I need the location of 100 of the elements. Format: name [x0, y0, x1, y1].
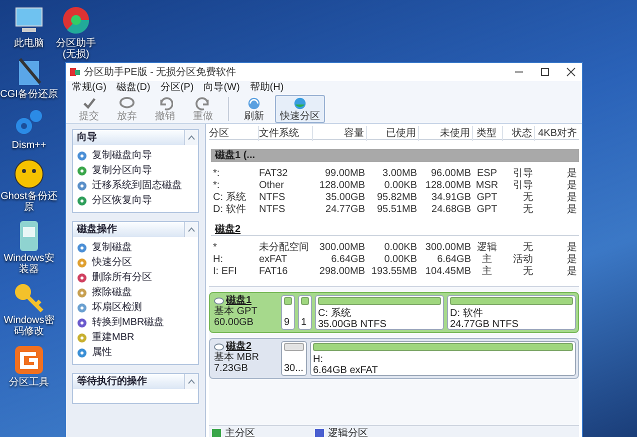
column-header[interactable]: 类型 — [473, 126, 503, 141]
partition-label: 30... — [284, 363, 304, 374]
table-cell-text: 是 — [566, 179, 578, 192]
table-cell-text: D: 软件 — [212, 203, 247, 217]
table-cell-text: I: EFI — [212, 265, 238, 279]
sidebar-item[interactable]: 坏扇区检测 — [77, 302, 194, 314]
column-header[interactable]: 容量 — [313, 126, 367, 141]
table-cell-text: 是 — [566, 265, 578, 279]
disk-icon — [214, 296, 224, 304]
table-cell-text: 95.82MB — [376, 191, 418, 205]
disk-header[interactable]: 磁盘1 (... — [211, 149, 579, 162]
sidebar-item[interactable]: 删除所有分区 — [77, 272, 194, 284]
table-cell-text: C: 系统 — [212, 190, 247, 204]
sidebar-item[interactable]: 重建MBR — [77, 332, 194, 344]
close-icon[interactable] — [566, 67, 576, 77]
icon-label: Ghost备份还原 — [0, 191, 58, 213]
table-cell-text: 6.64GB — [330, 253, 366, 267]
column-header[interactable]: 状态 — [503, 126, 535, 141]
table-cell-text: 未分配空间 — [259, 240, 310, 255]
column-header[interactable]: 未使用 — [419, 126, 473, 141]
toolbar-button[interactable]: 快速分区 — [275, 94, 325, 122]
table-cell-text: 主 — [481, 264, 493, 279]
disk-name: 磁盘1 — [226, 295, 252, 306]
globe-icon — [292, 96, 308, 110]
app-logo-icon — [70, 68, 80, 76]
table-cell-text: 引导 — [512, 167, 534, 180]
menu-item[interactable]: 帮助(H) — [250, 80, 284, 95]
partition-block[interactable]: 30... — [281, 341, 307, 376]
sidebar-item[interactable]: 迁移系统到固态磁盘 — [77, 180, 194, 192]
maximize-icon[interactable] — [540, 67, 550, 77]
column-header[interactable]: 4KB对齐 — [535, 126, 579, 141]
partition-block[interactable]: 1 — [298, 295, 312, 330]
menu-item[interactable]: 分区(P) — [160, 80, 194, 95]
disk-icon — [214, 342, 224, 350]
table-cell-text: 主 — [481, 252, 493, 266]
table-cell-text: * — [212, 241, 218, 255]
table-cell-text: *: — [212, 179, 221, 193]
icon-label: Windows密码修改 — [2, 315, 56, 337]
column-header[interactable]: 已使用 — [367, 126, 419, 141]
table-cell-text: GPT — [476, 191, 498, 205]
sidebar-item[interactable]: 复制磁盘向导 — [77, 150, 194, 162]
partition-block[interactable]: H: 6.64GB exFAT — [310, 341, 576, 376]
disk-type: 基本 GPT — [214, 306, 258, 317]
partition-label: D: 软件 — [450, 308, 484, 319]
table-cell-text: 是 — [566, 241, 578, 254]
table-cell-text: 引导 — [512, 179, 534, 192]
sidebar-item[interactable]: 快速分区 — [77, 257, 194, 269]
menu-item[interactable]: 向导(W) — [204, 80, 240, 95]
table-cell-text: 6.64GB — [436, 253, 472, 267]
table-cell-text: NTFS — [259, 203, 286, 217]
partition-detail: 6.64GB exFAT — [313, 365, 379, 376]
icon-label: 分区助手(无损) — [55, 38, 97, 60]
menu-item[interactable]: 常规(G) — [72, 80, 106, 95]
partition-label: 9 — [284, 317, 291, 328]
icon-label: 分区工具 — [9, 377, 49, 388]
partition-block[interactable]: D: 软件 24.77GB NTFS — [447, 295, 576, 330]
column-header[interactable]: 文件系统 — [259, 126, 313, 141]
table-cell-text: 128.00MB — [424, 179, 472, 193]
sidebar-item[interactable]: 擦除磁盘 — [77, 287, 194, 299]
table-cell-text: 是 — [566, 167, 578, 180]
disk-map-row[interactable]: 磁盘1 基本 GPT 60.00GB 9 1 C: 系统 35.00GB NTFS D: 软件 24.77GB NTFS — [209, 292, 579, 333]
partition-label: C: 系统 — [318, 308, 352, 319]
toolbar-button[interactable]: 刷新 — [237, 94, 271, 122]
table-cell-text: exFAT — [259, 253, 288, 267]
sidebar-item[interactable]: 复制分区向导 — [77, 165, 194, 177]
collapse-button[interactable] — [184, 374, 198, 389]
collapse-button[interactable] — [184, 222, 198, 237]
chevron-up-icon — [188, 227, 195, 232]
sidebar-item[interactable]: 分区恢复向导 — [77, 195, 194, 207]
table-cell-text: 128.00MB — [318, 179, 366, 193]
table-cell-text: 是 — [566, 203, 578, 217]
table-cell-text: 是 — [566, 253, 578, 266]
table-cell-text: ESP — [476, 167, 498, 181]
partition-block[interactable]: 9 — [281, 295, 295, 330]
partition-block[interactable]: C: 系统 35.00GB NTFS — [315, 295, 444, 330]
icon-label: 此电脑 — [14, 38, 44, 49]
table-cell-text: 0.00KB — [383, 241, 418, 255]
info-icon — [77, 348, 87, 358]
table-cell-text: 24.77GB — [324, 203, 366, 217]
column-header[interactable]: 分区 — [209, 126, 259, 141]
table-cell-text: 300.00MB — [424, 241, 472, 255]
disk-map-row[interactable]: 磁盘2 基本 MBR 7.23GB 30... H: 6.64GB exFAT — [209, 338, 579, 379]
table-cell-text: NTFS — [259, 191, 286, 205]
disk-name: 磁盘2 — [226, 341, 252, 352]
table-cell-text: Other — [259, 179, 286, 193]
table-cell-text: FAT16 — [259, 265, 289, 279]
panel-title: 等待执行的操作 — [77, 374, 147, 389]
icon-label: CGI备份还原 — [0, 89, 58, 100]
menu-item[interactable]: 磁盘(D) — [116, 80, 150, 95]
table-cell-text: 99.00MB — [324, 167, 366, 181]
sidebar-item[interactable]: 转换到MBR磁盘 — [77, 317, 194, 329]
table-cell-text: 95.51MB — [376, 203, 418, 217]
table-cell-text: 无 — [522, 203, 534, 217]
sidebar-item[interactable]: 复制磁盘 — [77, 242, 194, 254]
icon-label: Dism++ — [12, 140, 46, 151]
table-cell-text: 无 — [522, 265, 534, 279]
collapse-button[interactable] — [184, 130, 198, 145]
table-cell-text: MSR — [474, 179, 500, 193]
disk-header[interactable]: 磁盘2 — [211, 223, 579, 236]
sidebar-item[interactable]: 属性 — [77, 347, 194, 359]
